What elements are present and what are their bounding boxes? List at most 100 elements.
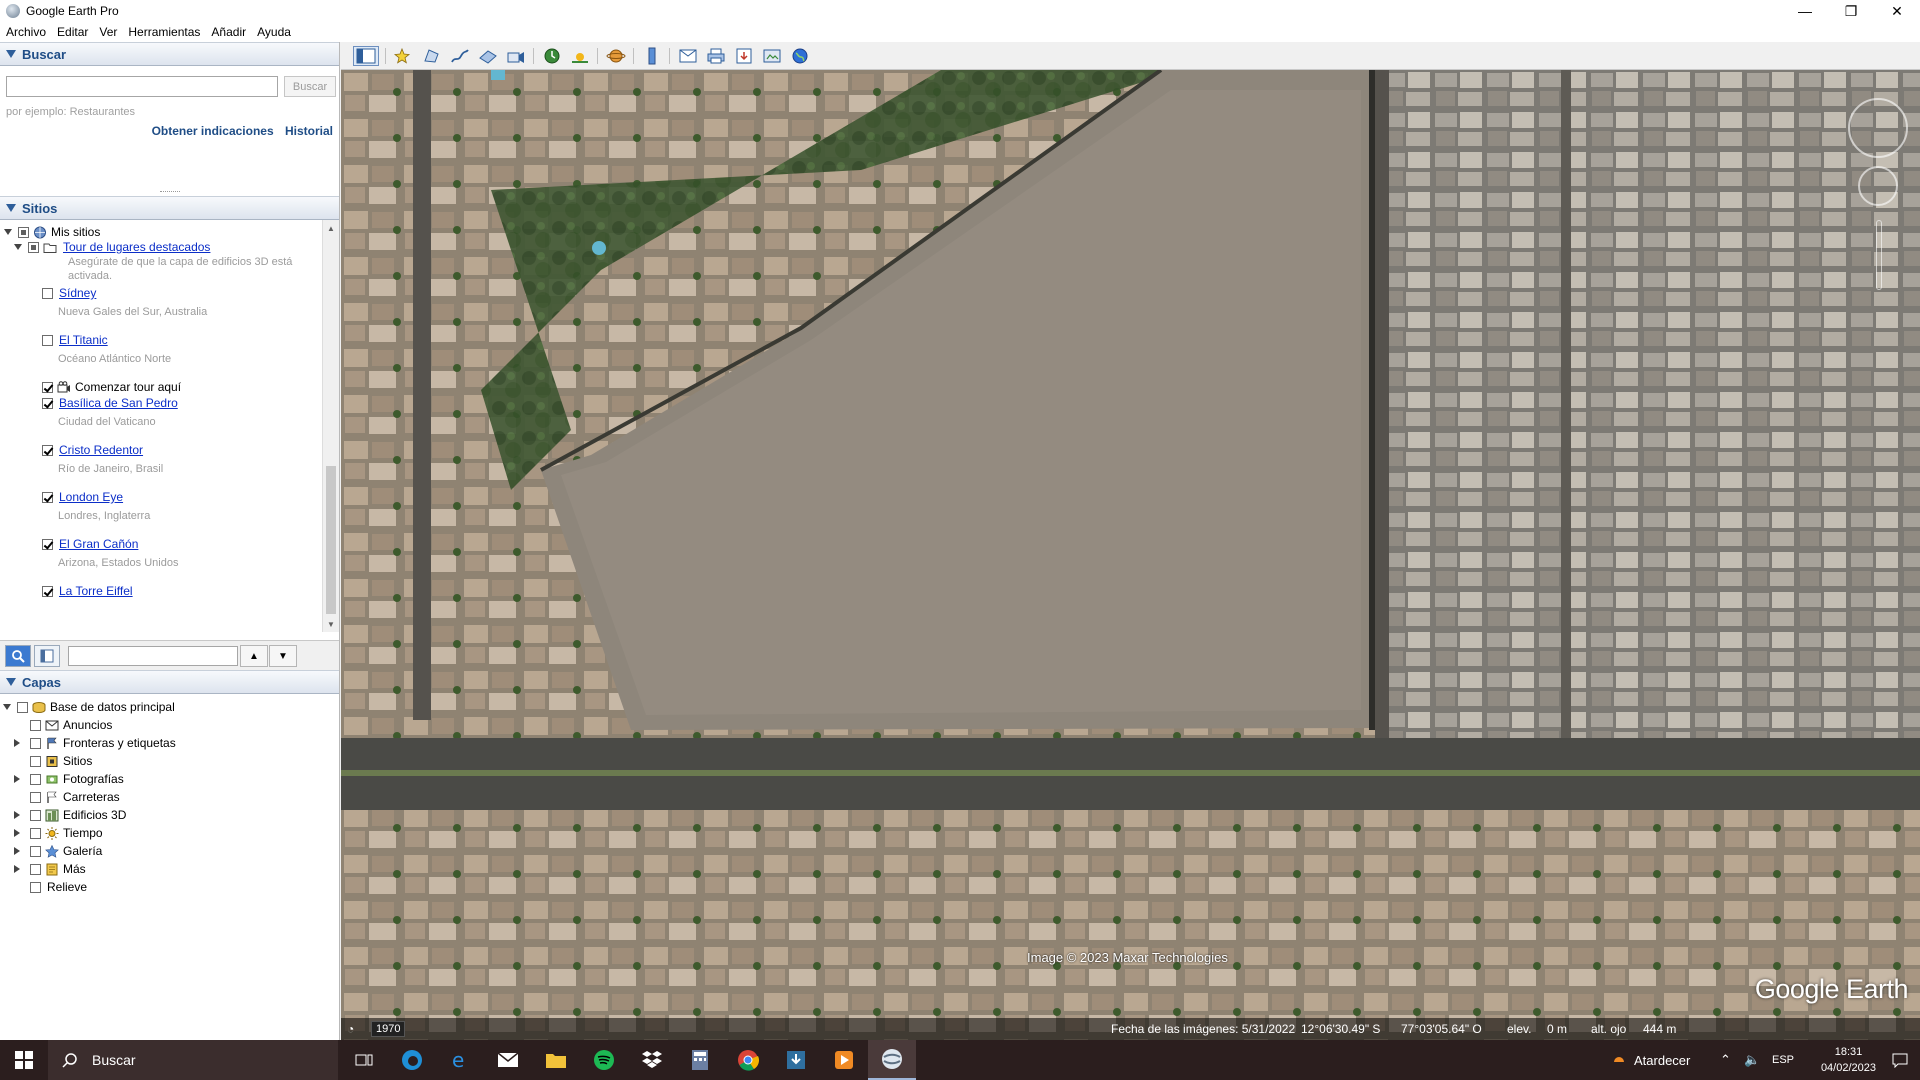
checkbox[interactable] bbox=[30, 755, 41, 767]
menu-anadir[interactable]: Añadir bbox=[211, 25, 246, 39]
places-section-header[interactable]: Sitios bbox=[0, 196, 339, 220]
checkbox[interactable] bbox=[42, 444, 53, 456]
ie-app[interactable]: e bbox=[436, 1040, 484, 1080]
places-filter-input[interactable] bbox=[68, 646, 238, 666]
search-input[interactable] bbox=[6, 76, 278, 97]
minimize-button[interactable]: — bbox=[1782, 0, 1828, 22]
layer-row-fotografias[interactable]: Fotografías bbox=[14, 772, 124, 786]
weather-widget[interactable]: Atardecer bbox=[1610, 1040, 1690, 1080]
checkbox[interactable] bbox=[30, 737, 41, 749]
layers-section-header[interactable]: Capas bbox=[0, 670, 339, 694]
tree-row-my-places[interactable]: Mis sitios bbox=[4, 225, 100, 239]
layer-row-edificios[interactable]: Edificios 3D bbox=[14, 808, 126, 822]
view-in-maps-button[interactable] bbox=[761, 46, 783, 66]
checkbox[interactable] bbox=[42, 397, 53, 409]
scroll-thumb[interactable] bbox=[326, 466, 336, 614]
layer-row-database[interactable]: Base de datos principal bbox=[3, 700, 175, 714]
save-image-button[interactable] bbox=[733, 46, 755, 66]
checkbox[interactable] bbox=[30, 791, 41, 803]
checkbox[interactable] bbox=[30, 809, 41, 821]
earth-view-button[interactable] bbox=[789, 46, 811, 66]
place-row-titanic[interactable]: El Titanic bbox=[42, 333, 108, 347]
place-link[interactable]: El Gran Cañón bbox=[59, 537, 138, 551]
historical-imagery-icon[interactable]: ◔ bbox=[347, 1022, 354, 1036]
record-tour-button[interactable] bbox=[505, 46, 527, 66]
checkbox[interactable] bbox=[30, 863, 41, 875]
scroll-down-icon[interactable]: ▼ bbox=[323, 616, 339, 632]
maximize-button[interactable]: ❐ bbox=[1828, 0, 1874, 22]
tray-chevron-icon[interactable]: ⌃ bbox=[1720, 1040, 1731, 1080]
move-down-button[interactable]: ▼ bbox=[269, 645, 297, 667]
place-link[interactable]: Basílica de San Pedro bbox=[59, 396, 178, 410]
place-row-eiffel[interactable]: La Torre Eiffel bbox=[42, 584, 133, 598]
historical-imagery-button[interactable] bbox=[541, 46, 563, 66]
checkbox[interactable] bbox=[42, 287, 53, 299]
layer-row-carreteras[interactable]: Carreteras bbox=[14, 790, 120, 804]
add-polygon-button[interactable] bbox=[421, 46, 443, 66]
checkbox[interactable] bbox=[30, 827, 41, 839]
move-joystick[interactable] bbox=[1858, 166, 1898, 206]
place-row-san-pedro[interactable]: Basílica de San Pedro bbox=[42, 396, 178, 410]
task-view-button[interactable] bbox=[340, 1040, 388, 1080]
expand-arrow-icon[interactable] bbox=[14, 244, 22, 250]
close-button[interactable]: ✕ bbox=[1874, 0, 1920, 22]
checkbox[interactable] bbox=[42, 585, 53, 597]
layer-row-fronteras[interactable]: Fronteras y etiquetas bbox=[14, 736, 176, 750]
ruler-button[interactable] bbox=[641, 46, 663, 66]
place-row-london-eye[interactable]: London Eye bbox=[42, 490, 123, 504]
expand-arrow-icon[interactable] bbox=[4, 229, 12, 235]
email-button[interactable] bbox=[677, 46, 699, 66]
spotify-app[interactable] bbox=[580, 1040, 628, 1080]
expand-arrow-icon[interactable] bbox=[14, 847, 20, 855]
place-link[interactable]: El Titanic bbox=[59, 333, 108, 347]
layer-row-mas[interactable]: Más bbox=[14, 862, 86, 876]
search-button[interactable]: Buscar bbox=[284, 76, 336, 97]
search-places-button[interactable] bbox=[5, 645, 31, 667]
media-app[interactable] bbox=[820, 1040, 868, 1080]
add-placemark-button[interactable] bbox=[393, 46, 415, 66]
add-path-button[interactable] bbox=[449, 46, 471, 66]
expand-arrow-icon[interactable] bbox=[14, 811, 20, 819]
checkbox[interactable] bbox=[17, 701, 28, 713]
map-view[interactable]: Image © 2023 Maxar Technologies Google E… bbox=[341, 70, 1920, 1040]
menu-archivo[interactable]: Archivo bbox=[6, 25, 46, 39]
print-button[interactable] bbox=[705, 46, 727, 66]
layer-row-relieve[interactable]: Relieve bbox=[14, 880, 87, 894]
checkbox[interactable] bbox=[30, 773, 41, 785]
file-explorer-app[interactable] bbox=[532, 1040, 580, 1080]
language-indicator[interactable]: ESP bbox=[1772, 1040, 1794, 1080]
layer-row-anuncios[interactable]: Anuncios bbox=[14, 718, 112, 732]
expand-arrow-icon[interactable] bbox=[14, 865, 20, 873]
place-link[interactable]: La Torre Eiffel bbox=[59, 584, 133, 598]
place-link[interactable]: Cristo Redentor bbox=[59, 443, 143, 457]
resize-grip[interactable] bbox=[160, 191, 180, 194]
place-row-grand-canyon[interactable]: El Gran Cañón bbox=[42, 537, 138, 551]
sunlight-button[interactable] bbox=[569, 46, 591, 66]
expand-arrow-icon[interactable] bbox=[14, 829, 20, 837]
checkbox[interactable] bbox=[18, 226, 29, 238]
expand-arrow-icon[interactable] bbox=[14, 739, 20, 747]
chrome-app[interactable] bbox=[724, 1040, 772, 1080]
menu-herramientas[interactable]: Herramientas bbox=[128, 25, 200, 39]
taskbar-search[interactable]: Buscar bbox=[48, 1040, 338, 1080]
search-section-header[interactable]: Buscar bbox=[0, 42, 339, 66]
menu-editar[interactable]: Editar bbox=[57, 25, 88, 39]
checkbox[interactable] bbox=[42, 334, 53, 346]
start-button[interactable] bbox=[0, 1040, 48, 1080]
history-link[interactable]: Historial bbox=[285, 124, 333, 138]
place-row-cristo[interactable]: Cristo Redentor bbox=[42, 443, 143, 457]
google-earth-app[interactable] bbox=[868, 1040, 916, 1080]
sidebar-toggle-button[interactable] bbox=[34, 645, 60, 667]
directions-link[interactable]: Obtener indicaciones bbox=[152, 124, 274, 138]
tree-row-tour[interactable]: Tour de lugares destacados bbox=[14, 240, 210, 254]
scroll-up-icon[interactable]: ▲ bbox=[323, 220, 339, 236]
menu-ver[interactable]: Ver bbox=[99, 25, 117, 39]
switch-planet-button[interactable] bbox=[605, 46, 627, 66]
volume-icon[interactable]: 🔈 bbox=[1744, 1040, 1760, 1080]
checkbox[interactable] bbox=[42, 538, 53, 550]
taskbar-clock[interactable]: 18:31 04/02/2023 bbox=[1821, 1044, 1876, 1076]
tour-link[interactable]: Tour de lugares destacados bbox=[63, 240, 210, 254]
checkbox[interactable] bbox=[42, 381, 53, 393]
checkbox[interactable] bbox=[30, 719, 41, 731]
move-up-button[interactable]: ▲ bbox=[240, 645, 268, 667]
